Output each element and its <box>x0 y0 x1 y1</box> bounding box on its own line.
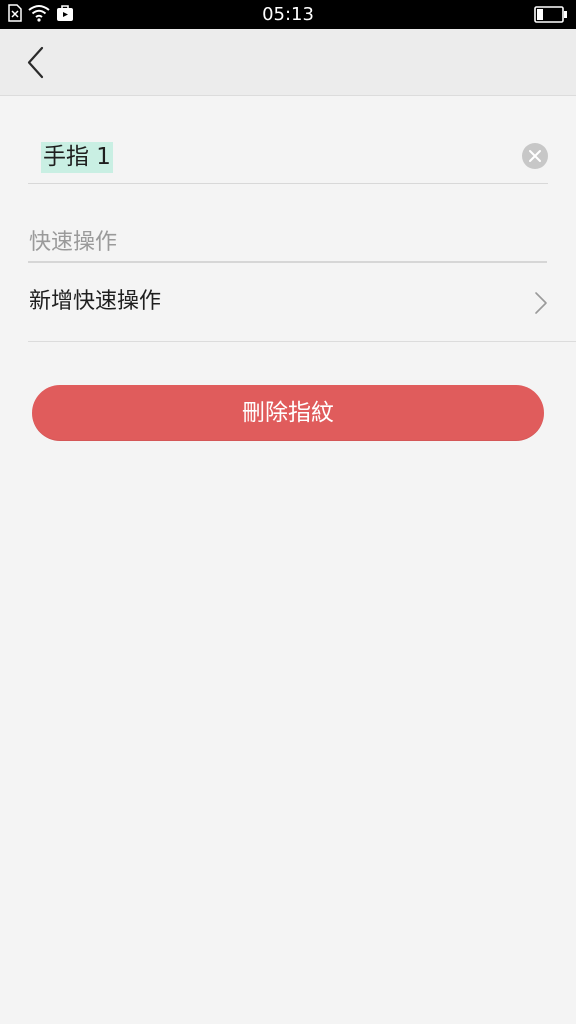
fingerprint-name-field[interactable]: 手指 1 <box>28 130 548 184</box>
quick-actions-section-title: 快速操作 <box>29 230 118 255</box>
back-button[interactable] <box>18 43 58 83</box>
chevron-right-icon <box>534 291 548 315</box>
battery-icon <box>534 6 568 23</box>
add-quick-action-item[interactable]: 新增快速操作 <box>28 265 576 342</box>
chevron-left-icon <box>27 46 44 79</box>
status-time: 05:13 <box>262 4 314 25</box>
add-quick-action-label: 新增快速操作 <box>29 289 162 314</box>
title-bar <box>0 29 576 96</box>
status-bar: 05:13 <box>0 0 576 29</box>
clear-circle-icon[interactable] <box>522 143 548 169</box>
section-divider <box>28 261 547 263</box>
delete-fingerprint-button[interactable]: 刪除指紋 <box>32 385 544 441</box>
fingerprint-name-input[interactable]: 手指 1 <box>41 142 113 173</box>
